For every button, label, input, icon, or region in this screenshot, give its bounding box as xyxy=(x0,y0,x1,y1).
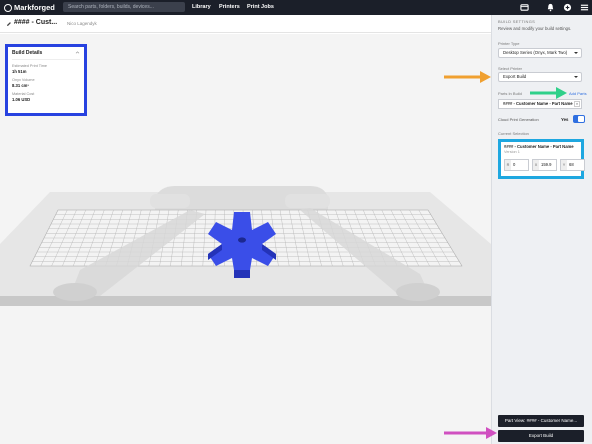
x-position-field[interactable]: X 159.9 xyxy=(532,159,557,171)
nav-library[interactable]: Library xyxy=(192,0,211,15)
build-details-heading: Build Details xyxy=(12,50,43,56)
chevron-up-icon[interactable] xyxy=(75,50,80,55)
part-name: #### - Customer Name - Part Name xyxy=(503,101,573,106)
search-input[interactable]: Search parts, folders, builds, devices..… xyxy=(63,2,185,12)
y-position-field[interactable]: Y 68 xyxy=(560,159,585,171)
build-settings-panel: BUILD SETTINGS Review and modify your bu… xyxy=(491,15,592,444)
select-printer-value: Export Build xyxy=(503,74,527,79)
bell-icon[interactable] xyxy=(546,3,555,12)
x-position-value[interactable]: 159.9 xyxy=(539,160,556,170)
pink-arrow-icon xyxy=(444,427,497,439)
build-title[interactable]: #### - Cust... xyxy=(14,19,57,26)
print-time-value: 1h 51m xyxy=(12,69,27,74)
panel-subtitle: Review and modify your build settings. xyxy=(498,26,572,31)
display-icon[interactable] xyxy=(520,3,529,12)
cloud-print-toggle[interactable] xyxy=(573,115,585,123)
nav-print-jobs[interactable]: Print Jobs xyxy=(247,0,274,15)
green-arrow-icon xyxy=(530,87,567,99)
volume-value: 8.31 cm³ xyxy=(12,83,29,88)
rotation-field[interactable]: R 0 xyxy=(504,159,529,171)
nav-printers[interactable]: Printers xyxy=(219,0,240,15)
build-author: Nico Lagendyk xyxy=(67,21,97,26)
menu-icon[interactable] xyxy=(580,3,589,12)
print-time-label: Estimated Print Time xyxy=(12,64,48,68)
parts-in-build-label: Parts In Build xyxy=(498,91,522,96)
add-icon[interactable] xyxy=(563,3,572,12)
logo-icon xyxy=(4,3,12,12)
current-part-name: #### - Customer Name - Part Name xyxy=(504,144,574,149)
cost-value: 1.06 USD xyxy=(12,97,31,102)
current-part-version: Version 1 xyxy=(504,150,520,154)
top-navigation: Markforged Search parts, folders, builds… xyxy=(0,0,592,15)
printer-type-label: Printer Type xyxy=(498,41,520,46)
brand-name: Markforged xyxy=(14,3,55,12)
current-selection-label: Current Selection xyxy=(498,131,529,136)
chevron-down-icon xyxy=(574,52,578,54)
panel-title: BUILD SETTINGS xyxy=(498,19,536,24)
cost-label: Material Cost xyxy=(12,92,35,96)
printer-type-select[interactable]: Desktop Series (Onyx, Mark Two) xyxy=(498,48,582,58)
markforged-logo[interactable]: Markforged xyxy=(4,3,60,12)
part-list-item[interactable]: #### - Customer Name - Part Name × xyxy=(498,99,582,109)
pencil-icon[interactable] xyxy=(6,21,12,27)
build-header: #### - Cust... Nico Lagendyk xyxy=(0,15,491,33)
cloud-print-label: Cloud Print Generation xyxy=(498,117,539,122)
export-build-button[interactable]: Export Build xyxy=(498,430,584,442)
rotation-value[interactable]: 0 xyxy=(511,160,528,170)
select-printer-label: Select Printer xyxy=(498,66,523,71)
add-parts-link[interactable]: Add Parts xyxy=(569,91,587,96)
chevron-down-icon xyxy=(574,76,578,78)
current-selection-card: #### - Customer Name - Part Name Version… xyxy=(498,139,585,179)
select-printer-dropdown[interactable]: Export Build xyxy=(498,72,582,82)
orange-arrow-icon xyxy=(444,71,491,83)
y-position-value[interactable]: 68 xyxy=(567,160,584,170)
build-details-card: Build Details Estimated Print Time 1h 51… xyxy=(5,44,87,116)
cloud-print-value: Yes xyxy=(561,117,569,122)
printer-type-value: Desktop Series (Onyx, Mark Two) xyxy=(503,50,568,55)
volume-label: Onyx Volume xyxy=(12,78,35,82)
close-icon[interactable]: × xyxy=(574,101,580,107)
part-view-button[interactable]: Part View: #### - Customer Name... xyxy=(498,415,584,427)
